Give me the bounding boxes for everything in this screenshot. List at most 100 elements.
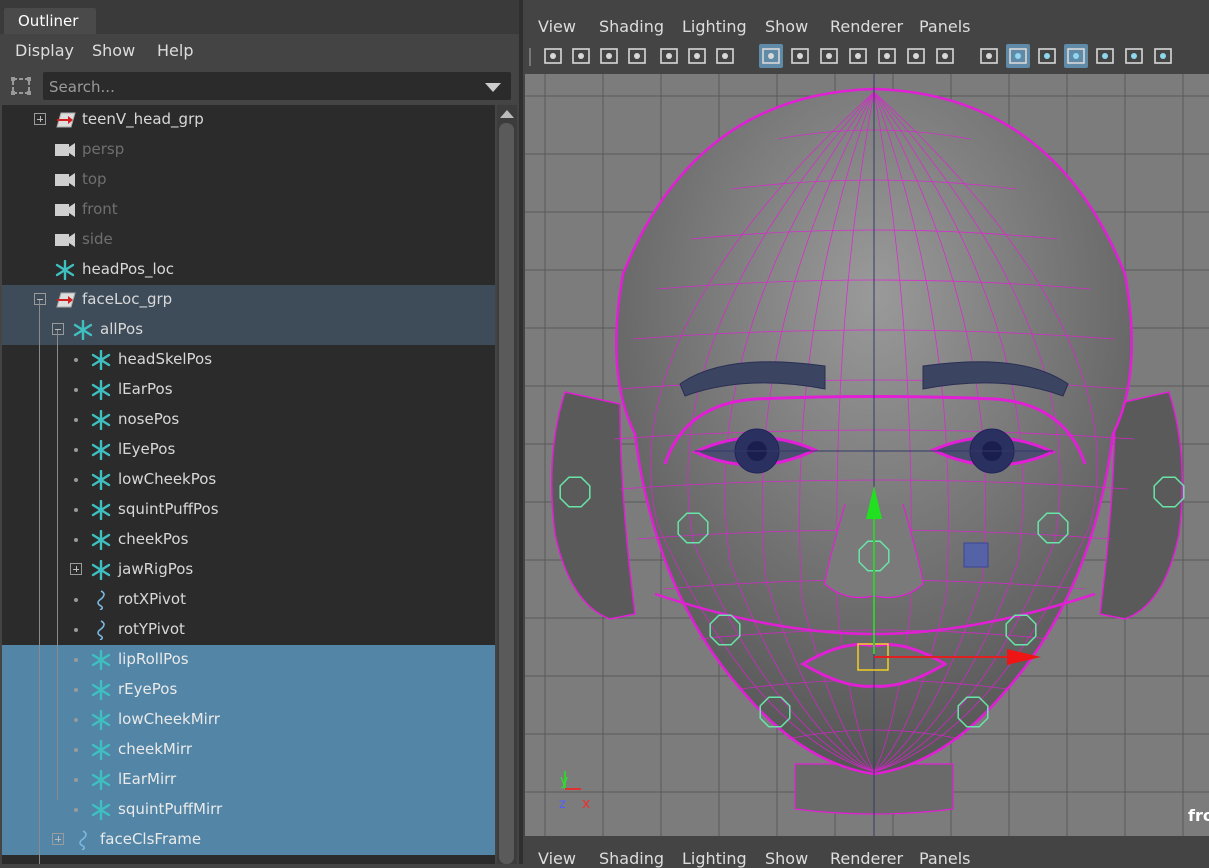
outliner-item-nosePos[interactable]: nosePos [2,405,495,435]
expand-icon[interactable] [34,113,46,125]
gate-mask-icon[interactable] [846,44,870,68]
outliner-item-side[interactable]: side [2,225,495,255]
outliner-item-front[interactable]: front [2,195,495,225]
outliner-item-squintPuffPos[interactable]: squintPuffPos [2,495,495,525]
camera-attributes-icon[interactable] [597,44,621,68]
outliner-item-headPos_loc[interactable]: headPos_loc [2,255,495,285]
wireframe-on-shaded-icon[interactable] [1064,44,1088,68]
collapse-icon[interactable] [52,323,64,335]
menu-panels[interactable]: Panels [919,17,971,36]
menu-show[interactable]: Show [92,41,135,60]
outliner-item-squintPuffMirr[interactable]: squintPuffMirr [2,795,495,825]
tree-connector-line [57,330,58,800]
menu-shading[interactable]: Shading [599,17,664,36]
outliner-tab-bar: Outliner [0,0,519,34]
viewport-menu-bar: View Shading Lighting Show Renderer Pane… [523,8,1209,42]
transform-group-icon [54,290,76,310]
search-input[interactable] [47,72,481,102]
grease-pencil-icon[interactable] [713,44,737,68]
camera-icon [54,200,76,220]
scroll-thumb[interactable] [499,123,514,864]
viewport-canvas[interactable]: y z x [525,74,1209,836]
safe-action-icon[interactable] [904,44,928,68]
outliner-item-label: side [82,230,113,248]
toolbar-separator [529,48,531,66]
outliner-item-label: squintPuffPos [118,500,219,518]
outliner-item-label: top [82,170,107,188]
outliner-item-label: lowCheekPos [118,470,217,488]
outliner-item-rEyePos[interactable]: rEyePos [2,675,495,705]
smooth-shade-icon[interactable] [1006,44,1030,68]
tree-connector-dot [74,628,78,632]
filter-icon[interactable] [10,76,32,96]
3d-viewport[interactable]: y z x front [525,74,1209,836]
axis-x-label: x [582,796,590,812]
camera-icon [54,140,76,160]
lock-camera-icon[interactable] [569,44,593,68]
menu-show[interactable]: Show [765,17,808,36]
outliner-item-label: rEyePos [118,680,178,698]
field-chart-icon[interactable] [875,44,899,68]
image-plane-icon[interactable] [657,44,681,68]
outliner-item-lipRollPos[interactable]: lipRollPos [2,645,495,675]
film-gate-icon[interactable] [788,44,812,68]
use-default-light-icon[interactable] [1122,44,1146,68]
menu-lighting[interactable]: Lighting [682,17,747,36]
locator-icon [90,679,112,701]
outliner-item-rotYPivot[interactable]: rotYPivot [2,615,495,645]
outliner-item-cheekMirr[interactable]: cheekMirr [2,735,495,765]
locator-icon [90,469,112,491]
outliner-item-label: lEarPos [118,380,173,398]
outliner-item-jawRigPos[interactable]: jawRigPos [2,555,495,585]
safe-title-icon[interactable] [933,44,957,68]
outliner-item-cheekPos[interactable]: cheekPos [2,525,495,555]
menu-view-2[interactable]: View [538,849,576,868]
menu-show-2[interactable]: Show [765,849,808,868]
axis-y-label: y [560,773,568,789]
locator-icon [90,739,112,761]
outliner-item-label: lowCheekMirr [118,710,220,728]
curve-icon [90,590,112,611]
tree-connector-dot [74,808,78,812]
select-camera-icon[interactable] [541,44,565,68]
outliner-item-persp[interactable]: persp [2,135,495,165]
default-material-icon[interactable] [1035,44,1059,68]
menu-lighting-2[interactable]: Lighting [682,849,747,868]
outliner-item-label: front [82,200,118,218]
menu-view[interactable]: View [538,17,576,36]
outliner-item-top[interactable]: top [2,165,495,195]
outliner-item-teenV_head_grp[interactable]: teenV_head_grp [2,105,495,135]
wireframe-icon[interactable] [977,44,1001,68]
menu-shading-2[interactable]: Shading [599,849,664,868]
outliner-item-faceClsFrame[interactable]: faceClsFrame [2,825,495,855]
expand-icon[interactable] [70,563,82,575]
outliner-item-allPos[interactable]: allPos [2,315,495,345]
menu-renderer[interactable]: Renderer [830,17,903,36]
scroll-up-arrow-icon[interactable] [500,110,514,118]
grid-icon[interactable] [759,44,783,68]
outliner-item-headSkelPos[interactable]: headSkelPos [2,345,495,375]
outliner-item-lEarPos[interactable]: lEarPos [2,375,495,405]
outliner-item-faceLoc_grp[interactable]: faceLoc_grp [2,285,495,315]
2d-pan-zoom-icon[interactable] [685,44,709,68]
locator-square[interactable] [963,542,989,568]
bookmark-icon[interactable] [625,44,649,68]
xray-icon[interactable] [1093,44,1117,68]
outliner-item-rotXPivot[interactable]: rotXPivot [2,585,495,615]
collapse-icon[interactable] [34,293,46,305]
chevron-down-icon[interactable] [485,83,501,92]
shadows-icon[interactable] [1151,44,1175,68]
outliner-item-lEyePos[interactable]: lEyePos [2,435,495,465]
menu-panels-2[interactable]: Panels [919,849,971,868]
outliner-item-lowCheekPos[interactable]: lowCheekPos [2,465,495,495]
outliner-item-lowCheekMirr[interactable]: lowCheekMirr [2,705,495,735]
expand-icon[interactable] [52,833,64,845]
locator-icon [90,499,112,521]
resolution-gate-icon[interactable] [817,44,841,68]
tab-outliner[interactable]: Outliner [4,8,96,34]
outliner-scrollbar[interactable] [497,105,517,864]
outliner-item-lEarMirr[interactable]: lEarMirr [2,765,495,795]
menu-display[interactable]: Display [15,41,74,60]
menu-help[interactable]: Help [157,41,193,60]
menu-renderer-2[interactable]: Renderer [830,849,903,868]
